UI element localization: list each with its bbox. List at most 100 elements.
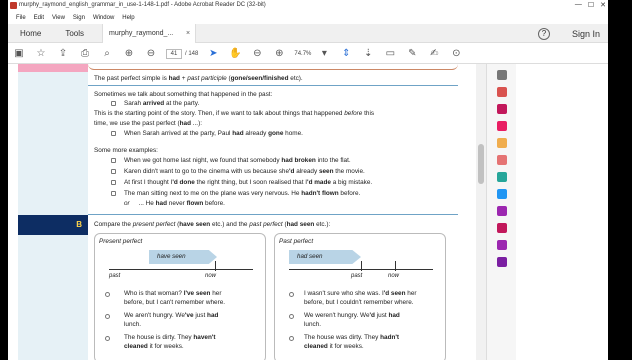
share-icon[interactable]: ⊙ <box>445 48 467 59</box>
example-1: Sarah arrived at the party. <box>124 100 200 107</box>
example-2: When Sarah arrived at the party, Paul ha… <box>124 130 303 137</box>
edit-pdf-icon[interactable] <box>496 121 507 131</box>
sentence-2a: This is the starting point of the story.… <box>94 110 375 117</box>
page-total: / 148 <box>185 50 199 57</box>
send-sign-icon[interactable] <box>496 240 507 250</box>
more-tools-icon[interactable] <box>496 257 507 267</box>
sign-icon[interactable]: ✍ <box>423 48 445 59</box>
sentence-2b: time, we use the past perfect (had ...): <box>94 120 202 127</box>
scrollbar-thumb[interactable] <box>478 144 484 184</box>
example-bullet <box>289 292 294 297</box>
past-perfect-panel: Past perfect had seen past now I wasn't … <box>274 233 446 360</box>
example-bullet <box>289 336 294 341</box>
menu-file[interactable]: File <box>16 15 26 21</box>
example-3: When we got home last night, we found th… <box>124 157 351 164</box>
close-tab-icon[interactable]: × <box>186 30 190 37</box>
acrobat-app-icon <box>10 1 17 9</box>
example-6: The man sitting next to me on the plane … <box>124 190 361 197</box>
intro-line: The past perfect simple is had + past pa… <box>94 75 303 82</box>
page-number-input[interactable]: 41 <box>166 48 182 59</box>
compare-line: Compare the present perfect (have seen e… <box>94 221 331 228</box>
window-title: murphy_raymond_english_grammar_in_use-1-… <box>19 2 266 8</box>
sentence-3: Some more examples: <box>94 147 158 154</box>
maximize-button[interactable]: ☐ <box>588 1 594 9</box>
example-bullet <box>289 314 294 319</box>
export-pdf-icon[interactable] <box>496 87 507 97</box>
menu-sign[interactable]: Sign <box>73 15 85 21</box>
zoom-dropdown-icon[interactable]: ▾ <box>313 48 335 59</box>
select-cursor-icon[interactable]: ➤ <box>202 48 224 59</box>
menu-edit[interactable]: Edit <box>34 15 44 21</box>
left-example-1a: Who is that woman? I've seen her <box>124 290 222 297</box>
page-margin-band: B <box>18 64 88 360</box>
fit-page-icon[interactable]: ⇕ <box>335 48 357 59</box>
right-example-3b: cleaned it for weeks. <box>304 343 364 350</box>
comment-tool-icon[interactable] <box>496 138 507 148</box>
page-up-icon[interactable]: ⊕ <box>118 48 140 59</box>
tab-tools[interactable]: Tools <box>53 29 96 38</box>
comment-icon[interactable]: ▭ <box>379 48 401 59</box>
example-4: Karen didn't want to go to the cinema wi… <box>124 168 365 175</box>
protect-icon[interactable] <box>496 223 507 233</box>
zoom-level[interactable]: 74.7% <box>294 51 311 57</box>
zoom-in-icon[interactable]: ⊕ <box>268 48 290 59</box>
scan-icon[interactable] <box>496 189 507 199</box>
tab-document[interactable]: murphy_raymond_... × <box>102 23 197 43</box>
bookmark-star-icon[interactable]: ☆ <box>30 48 52 59</box>
menu-view[interactable]: View <box>52 15 65 21</box>
now-tick <box>215 261 216 271</box>
vertical-scrollbar[interactable] <box>476 64 486 360</box>
toolbar: ▣ ☆ ⇪ ⎙ ⌕ ⊕ ⊖ 41 / 148 ➤ ✋ ⊖ ⊕ 74.7% ▾ ⇕… <box>8 44 608 64</box>
sign-in-button[interactable]: Sign In <box>572 29 600 39</box>
left-example-2a: We aren't hungry. We've just had <box>124 312 219 319</box>
example-bullet <box>105 314 110 319</box>
tab-bar: Home Tools murphy_raymond_... × ? Sign I… <box>8 23 608 43</box>
create-pdf-icon[interactable] <box>496 104 507 114</box>
timeline-arrow: had seen <box>289 250 361 264</box>
document-tab-label: murphy_raymond_... <box>109 29 174 37</box>
past-label: past <box>109 273 121 279</box>
left-example-2b: lunch. <box>124 321 142 328</box>
fill-sign-icon[interactable] <box>496 206 507 216</box>
right-example-1b: before, but I couldn't remember where. <box>304 299 414 306</box>
tab-home[interactable]: Home <box>8 29 53 38</box>
combine-files-icon[interactable] <box>496 155 507 165</box>
menu-window[interactable]: Window <box>93 15 114 21</box>
search-icon[interactable]: ⌕ <box>96 48 118 59</box>
window-controls: — ☐ ✕ <box>575 1 606 9</box>
scroll-mode-icon[interactable]: ⇣ <box>357 48 379 59</box>
divider <box>88 214 458 215</box>
example-5: At first I thought I'd done the right th… <box>124 179 373 186</box>
example-bullet <box>111 169 116 174</box>
right-example-1a: I wasn't sure who she was. I'd seen her <box>304 290 417 297</box>
close-button[interactable]: ✕ <box>600 1 606 9</box>
right-example-2b: lunch. <box>304 321 322 328</box>
zoom-out-icon[interactable]: ⊖ <box>246 48 268 59</box>
timeline-line <box>109 269 253 270</box>
right-example-3a: The house was dirty. They hadn't <box>304 334 400 341</box>
title-bar: murphy_raymond_english_grammar_in_use-1-… <box>8 0 608 10</box>
page-down-icon[interactable]: ⊖ <box>140 48 162 59</box>
page-navigator: 41 / 148 <box>166 48 199 59</box>
help-icon[interactable]: ? <box>537 27 550 40</box>
print-icon[interactable]: ⎙ <box>74 48 96 59</box>
timeline-arrow: have seen <box>149 250 217 264</box>
hand-tool-icon[interactable]: ✋ <box>224 48 246 59</box>
acrobat-window: murphy_raymond_english_grammar_in_use-1-… <box>8 0 608 360</box>
example-bullet <box>105 292 110 297</box>
past-tick <box>361 261 362 271</box>
search-pane-icon[interactable] <box>496 70 507 80</box>
example-bullet <box>111 191 116 196</box>
menu-help[interactable]: Help <box>122 15 134 21</box>
upload-icon[interactable]: ⇪ <box>52 48 74 59</box>
previous-box-edge <box>88 64 458 70</box>
example-bullet <box>111 158 116 163</box>
save-icon[interactable]: ▣ <box>8 48 30 59</box>
example-bullet <box>111 180 116 185</box>
minimize-button[interactable]: — <box>575 1 582 9</box>
sentence-1: Sometimes we talk about something that h… <box>94 91 273 98</box>
present-perfect-panel: Present perfect have seen past now Who i… <box>94 233 266 360</box>
highlight-pen-icon[interactable]: ✎ <box>401 48 423 59</box>
document-view[interactable]: B The past perfect simple is had + past … <box>8 64 476 360</box>
organize-pages-icon[interactable] <box>496 172 507 182</box>
